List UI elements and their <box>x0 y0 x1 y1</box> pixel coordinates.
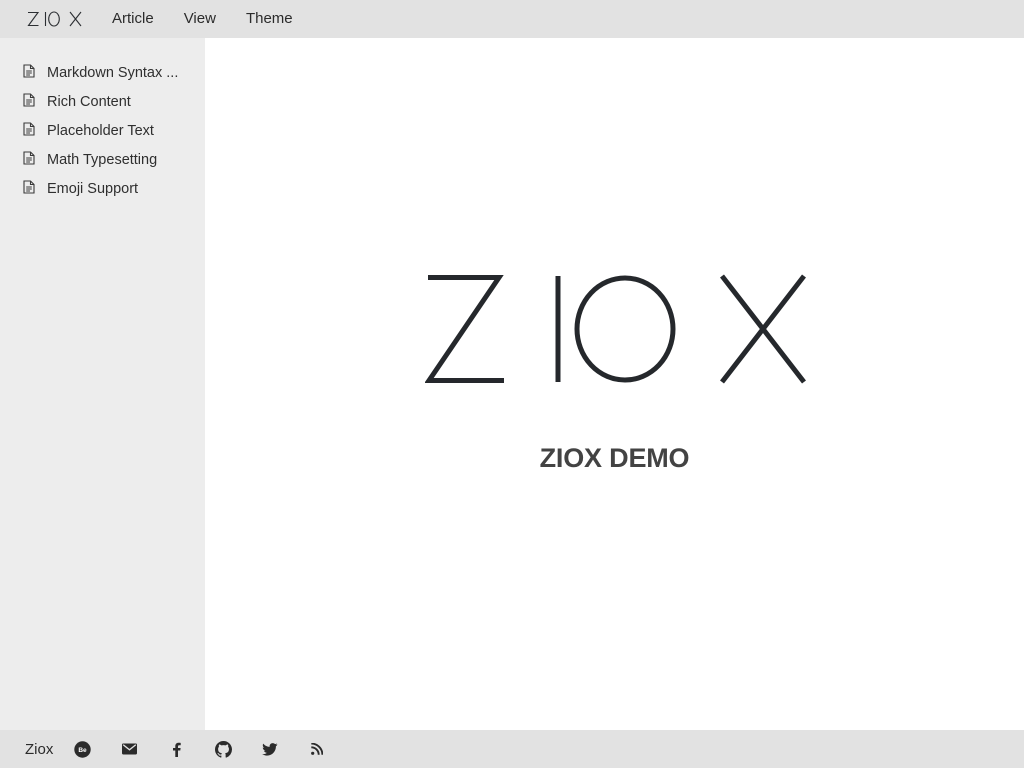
github-icon[interactable] <box>214 740 232 758</box>
document-icon <box>23 63 35 78</box>
sidebar-item-rich-content[interactable]: Rich Content <box>0 87 205 116</box>
sidebar-item-label: Rich Content <box>47 93 131 110</box>
sidebar-item-math-typesetting[interactable]: Math Typesetting <box>0 145 205 174</box>
ziox-logo <box>27 11 85 27</box>
menu-view[interactable]: View <box>184 0 216 38</box>
app-window: Article View Theme Markdown Syntax ... R… <box>0 0 1024 768</box>
document-icon <box>23 179 35 194</box>
twitter-icon[interactable] <box>261 740 279 758</box>
hero-subtitle: ZIOX DEMO <box>539 443 690 473</box>
sidebar-item-label: Math Typesetting <box>47 151 158 168</box>
hero-ziox-logo <box>424 273 809 390</box>
document-icon <box>23 150 35 165</box>
document-icon <box>23 92 35 107</box>
top-navigation-bar: Article View Theme <box>0 0 1024 38</box>
sidebar: Markdown Syntax ... Rich Content Placeho… <box>0 38 205 730</box>
facebook-icon[interactable] <box>167 740 185 758</box>
email-icon[interactable] <box>120 740 138 758</box>
sidebar-item-markdown-syntax[interactable]: Markdown Syntax ... <box>0 58 205 87</box>
brand-logo-link[interactable] <box>0 0 112 38</box>
sidebar-item-emoji-support[interactable]: Emoji Support <box>0 174 205 203</box>
rss-icon[interactable] <box>308 740 326 758</box>
sidebar-item-label: Emoji Support <box>47 180 139 197</box>
main-content: ZIOX DEMO <box>205 38 1024 730</box>
sidebar-item-label: Markdown Syntax ... <box>47 64 179 81</box>
footer-brand[interactable]: Ziox <box>25 741 53 758</box>
svg-text:Be: Be <box>78 747 87 754</box>
behance-icon[interactable]: Be <box>73 740 91 758</box>
main-menu: Article View Theme <box>112 0 323 38</box>
sidebar-item-placeholder-text[interactable]: Placeholder Text <box>0 116 205 145</box>
document-icon <box>23 121 35 136</box>
footer-bar: Ziox Be <box>0 730 1024 768</box>
menu-article[interactable]: Article <box>112 0 154 38</box>
sidebar-item-label: Placeholder Text <box>47 122 154 139</box>
menu-theme[interactable]: Theme <box>246 0 293 38</box>
